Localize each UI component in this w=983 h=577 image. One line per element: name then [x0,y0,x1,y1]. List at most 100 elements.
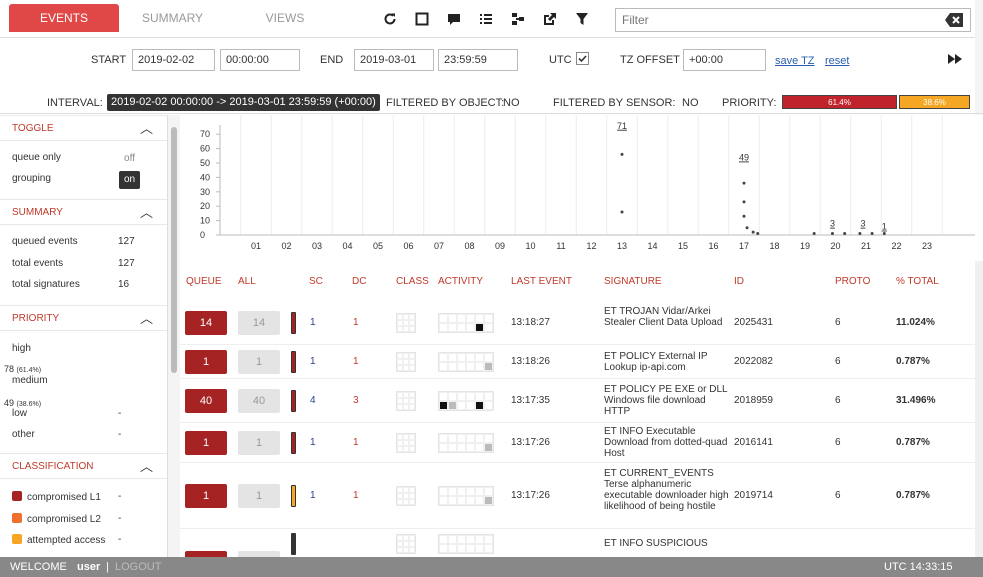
end-date-input[interactable]: 2019-03-01 [354,49,434,71]
table-row[interactable]: 1 1 1 1 13:17:26 ET CURRENT_EVENTS Terse alph… [180,463,975,529]
filter-input[interactable] [615,8,971,32]
last-event-time: 13:17:35 [511,395,550,406]
priority-low-label[interactable]: low [12,408,27,419]
priority-bar-1[interactable]: 38.6% [899,95,970,109]
filtered-by-sensor-value: NO [682,97,699,109]
signature-text[interactable]: ET POLICY External IP Lookup ip-api.com [604,351,734,373]
utc-checkbox[interactable] [576,52,589,65]
start-date-input[interactable]: 2019-02-02 [132,49,215,71]
col-activity[interactable]: ACTIVITY [438,276,483,287]
col-id[interactable]: ID [734,276,744,287]
total-signatures-label: total signatures [12,279,80,290]
priority-indicator [291,533,296,555]
queue-count[interactable]: 40 [185,389,227,413]
reset-link[interactable]: reset [825,55,849,67]
chevron-up-icon[interactable]: ︿ [140,454,153,480]
priority-high-label[interactable]: high [12,343,31,354]
table-scrollbar[interactable] [975,261,983,557]
sidebar-scrollbar-thumb[interactable] [171,127,177,373]
table-row[interactable]: 14 14 1 1 13:18:27 ET TROJAN Vidar/Arkei Stea… [180,301,975,345]
all-count[interactable]: 1 [238,350,280,374]
col-last-event[interactable]: LAST EVENT [511,276,572,287]
interval-value: 2019-02-02 00:00:00 -> 2019-03-01 23:59:… [107,94,380,111]
col-proto[interactable]: PROTO [835,276,870,287]
all-count[interactable]: 40 [238,389,280,413]
col-dc[interactable]: DC [352,276,366,287]
priority-medium-pct: (61.4%) [16,367,42,374]
all-count[interactable]: 1 [238,431,280,455]
table-row[interactable]: 40 40 4 3 13:17:35 ET POLICY PE EXE or DLL Wi… [180,379,975,423]
activity-grid [438,534,494,554]
priority-other-label[interactable]: other [12,429,35,440]
chevron-up-icon[interactable]: ︿ [140,200,153,226]
sc-count[interactable]: 1 [310,437,316,448]
toggle-section-header[interactable]: TOGGLE ︿ [0,115,167,142]
end-time-input[interactable]: 23:59:59 [438,49,518,71]
priority-bar-0[interactable]: 61.4% [782,95,897,109]
dc-count[interactable]: 1 [353,437,359,448]
col-signature[interactable]: SIGNATURE [604,276,662,287]
tab-events[interactable]: EVENTS [9,4,119,32]
clear-filter-icon[interactable] [945,13,963,27]
queue-only-toggle[interactable]: off [119,150,140,168]
dc-count[interactable]: 3 [353,395,359,406]
all-count[interactable]: 1 [238,484,280,508]
summary-section-header[interactable]: SUMMARY ︿ [0,199,167,226]
sc-count[interactable]: 1 [310,490,316,501]
table-row[interactable]: 1 1 1 1 13:17:26 ET INFO Executable Download … [180,423,975,463]
class-compromised-l2[interactable]: compromised L2 [12,513,101,525]
list-icon[interactable] [476,9,496,29]
comment-icon[interactable] [444,9,464,29]
save-tz-link[interactable]: save TZ [775,55,815,67]
signature-text[interactable]: ET CURRENT_EVENTS Terse alphanumeric exe… [604,468,734,512]
signature-text[interactable]: ET INFO SUSPICIOUS [604,538,734,549]
col-queue[interactable]: QUEUE [186,276,222,287]
priority-section-header[interactable]: PRIORITY ︿ [0,305,167,332]
filtered-by-object-value: NO [503,97,520,109]
tz-offset-input[interactable]: +00:00 [683,49,766,71]
signature-id: 2018959 [734,395,773,406]
signature-text[interactable]: ET POLICY PE EXE or DLL Windows file dow… [604,384,734,417]
all-count[interactable]: 14 [238,311,280,335]
classification-section-header[interactable]: CLASSIFICATION ︿ [0,453,167,480]
sc-count[interactable]: 1 [310,317,316,328]
queue-count[interactable]: 14 [185,311,227,335]
tab-summary[interactable]: SUMMARY [125,4,220,32]
class-grid [396,433,416,453]
table-row[interactable]: 1 1 1 1 13:18:26 ET POLICY External IP Lookup… [180,345,975,379]
signature-text[interactable]: ET TROJAN Vidar/Arkei Stealer Client Dat… [604,306,734,328]
last-event-time: 13:17:26 [511,437,550,448]
class-attempted-access[interactable]: attempted access [12,534,105,546]
col-class[interactable]: CLASS [396,276,429,287]
fast-forward-icon[interactable] [948,54,962,67]
dc-count[interactable]: 1 [353,356,359,367]
sc-count[interactable]: 1 [310,356,316,367]
refresh-icon[interactable] [380,9,400,29]
queue-count[interactable]: 1 [185,484,227,508]
summary-title: SUMMARY [12,207,63,218]
tab-views[interactable]: VIEWS [240,4,330,32]
filter-icon[interactable] [572,9,592,29]
start-time-input[interactable]: 00:00:00 [220,49,300,71]
class-compromised-l1[interactable]: compromised L1 [12,491,101,503]
grouping-toggle[interactable]: on [119,171,140,189]
table-row[interactable]: ET INFO SUSPICIOUS [180,529,975,557]
col-total[interactable]: % TOTAL [896,276,939,287]
sc-count[interactable]: 4 [310,395,316,406]
queue-count[interactable]: 1 [185,350,227,374]
chart-x-tick-label: 12 [586,241,596,251]
dc-count[interactable]: 1 [353,317,359,328]
fullscreen-icon[interactable] [412,9,432,29]
tree-icon[interactable] [508,9,528,29]
logout-link[interactable]: LOGOUT [115,557,161,577]
class-label: compromised L1 [27,492,101,503]
chevron-up-icon[interactable]: ︿ [140,116,153,142]
priority-medium-label[interactable]: medium [12,375,48,386]
signature-text[interactable]: ET INFO Executable Download from dotted-… [604,426,734,459]
col-sc[interactable]: SC [309,276,323,287]
col-all[interactable]: ALL [238,276,256,287]
queue-count[interactable]: 1 [185,431,227,455]
export-icon[interactable] [540,9,560,29]
dc-count[interactable]: 1 [353,490,359,501]
chevron-up-icon[interactable]: ︿ [140,306,153,332]
